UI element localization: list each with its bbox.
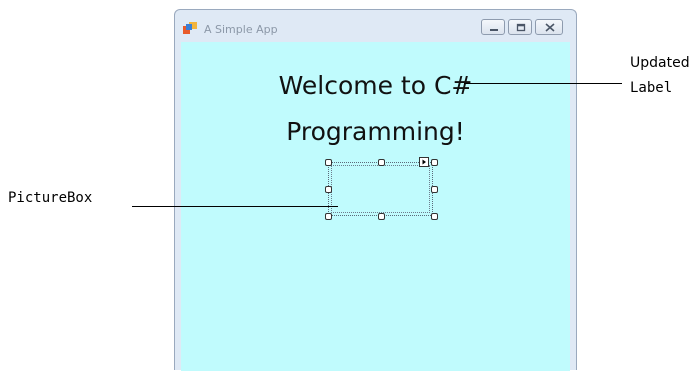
- close-icon: [545, 23, 555, 32]
- label-callout-line: [464, 83, 622, 84]
- resize-handle-left[interactable]: [325, 186, 332, 193]
- title-bar[interactable]: A Simple App: [175, 10, 576, 42]
- minimize-button[interactable]: [481, 19, 505, 35]
- resize-handle-top-left[interactable]: [325, 159, 332, 166]
- maximize-icon: [516, 23, 526, 32]
- updated-label-callout-line2: Label: [630, 80, 673, 96]
- app-icon: [183, 22, 197, 34]
- maximize-button[interactable]: [508, 19, 532, 35]
- picturebox-callout-line: [132, 206, 338, 207]
- resize-handle-bottom[interactable]: [378, 213, 385, 220]
- close-button[interactable]: [535, 19, 563, 35]
- welcome-label-line2: Programming!: [286, 117, 465, 146]
- minimize-icon: [490, 29, 498, 31]
- picturebox[interactable]: [325, 157, 438, 220]
- welcome-label-line1: Welcome to C#: [278, 71, 473, 100]
- updated-label-callout-line1: Updated: [630, 55, 690, 71]
- resize-handle-bottom-right[interactable]: [431, 213, 438, 220]
- resize-handle-right[interactable]: [431, 186, 438, 193]
- picturebox-callout: PictureBox: [8, 190, 93, 206]
- resize-handle-bottom-left[interactable]: [325, 213, 332, 220]
- smart-tag-arrow-icon[interactable]: [419, 157, 429, 167]
- window-title: A Simple App: [204, 23, 278, 36]
- resize-handle-top[interactable]: [378, 159, 385, 166]
- app-window: A Simple App Welcome to C# Programming!: [174, 9, 577, 371]
- resize-handle-top-right[interactable]: [431, 159, 438, 166]
- picturebox-border: [331, 165, 430, 213]
